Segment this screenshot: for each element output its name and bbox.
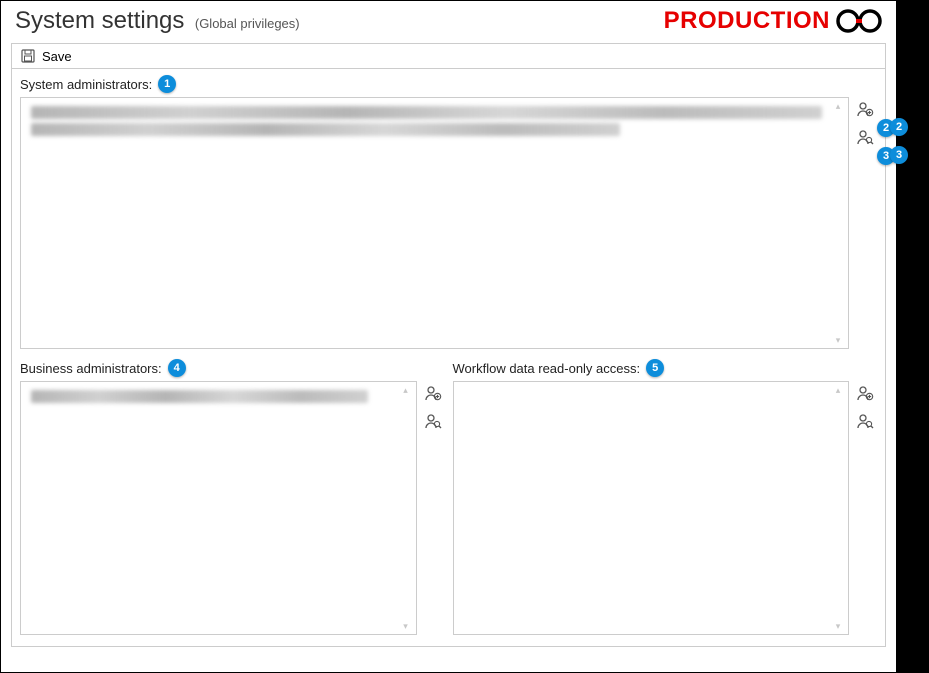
callout-badge-2-overlay: 2 bbox=[890, 118, 908, 136]
user-add-icon bbox=[856, 384, 874, 402]
callout-badge-3-overlay: 3 bbox=[890, 146, 908, 164]
workflow-readonly-listbox[interactable]: ▴ ▾ bbox=[453, 381, 850, 635]
redacted-user-line bbox=[31, 390, 368, 403]
user-add-icon bbox=[424, 384, 442, 402]
add-user-button[interactable] bbox=[856, 99, 876, 119]
page-title: System settings bbox=[15, 7, 184, 34]
business-admins-label-row: Business administrators: 4 bbox=[20, 359, 445, 377]
scroll-up-icon: ▴ bbox=[402, 386, 410, 394]
callout-badge-4: 4 bbox=[168, 359, 186, 377]
redacted-user-line bbox=[31, 123, 620, 136]
workflow-readonly-label-row: Workflow data read-only access: 5 bbox=[453, 359, 878, 377]
system-admins-label: System administrators: bbox=[20, 77, 152, 92]
scroll-down-icon: ▾ bbox=[834, 336, 842, 344]
environment-label: PRODUCTION bbox=[664, 7, 882, 35]
scroll-up-icon: ▴ bbox=[834, 386, 842, 394]
environment-logo-icon bbox=[836, 7, 882, 35]
search-user-button[interactable] bbox=[856, 127, 876, 147]
environment-text: PRODUCTION bbox=[664, 7, 830, 35]
save-icon[interactable] bbox=[20, 48, 36, 64]
callout-badge-1: 1 bbox=[158, 75, 176, 93]
business-admins-listbox[interactable]: ▴ ▾ bbox=[20, 381, 417, 635]
business-admins-label: Business administrators: bbox=[20, 361, 162, 376]
scroll-down-icon: ▾ bbox=[402, 622, 410, 630]
add-user-button[interactable] bbox=[856, 383, 876, 403]
page-subtitle: (Global privileges) bbox=[195, 16, 300, 31]
add-user-button[interactable] bbox=[424, 383, 444, 403]
search-user-button[interactable] bbox=[424, 411, 444, 431]
page-header: System settings (Global privileges) PROD… bbox=[1, 1, 896, 39]
workflow-readonly-label: Workflow data read-only access: bbox=[453, 361, 641, 376]
user-add-icon bbox=[856, 100, 874, 118]
redacted-user-line bbox=[31, 106, 822, 119]
user-search-icon bbox=[856, 412, 874, 430]
save-button[interactable]: Save bbox=[42, 49, 72, 64]
user-search-icon bbox=[856, 128, 874, 146]
toolbar: Save bbox=[11, 43, 886, 69]
scroll-up-icon: ▴ bbox=[834, 102, 842, 110]
scroll-down-icon: ▾ bbox=[834, 622, 842, 630]
system-admins-label-row: System administrators: 1 bbox=[20, 75, 877, 93]
search-user-button[interactable] bbox=[856, 411, 876, 431]
user-search-icon bbox=[424, 412, 442, 430]
callout-badge-5: 5 bbox=[646, 359, 664, 377]
system-admins-listbox[interactable]: ▴ ▾ bbox=[20, 97, 849, 349]
